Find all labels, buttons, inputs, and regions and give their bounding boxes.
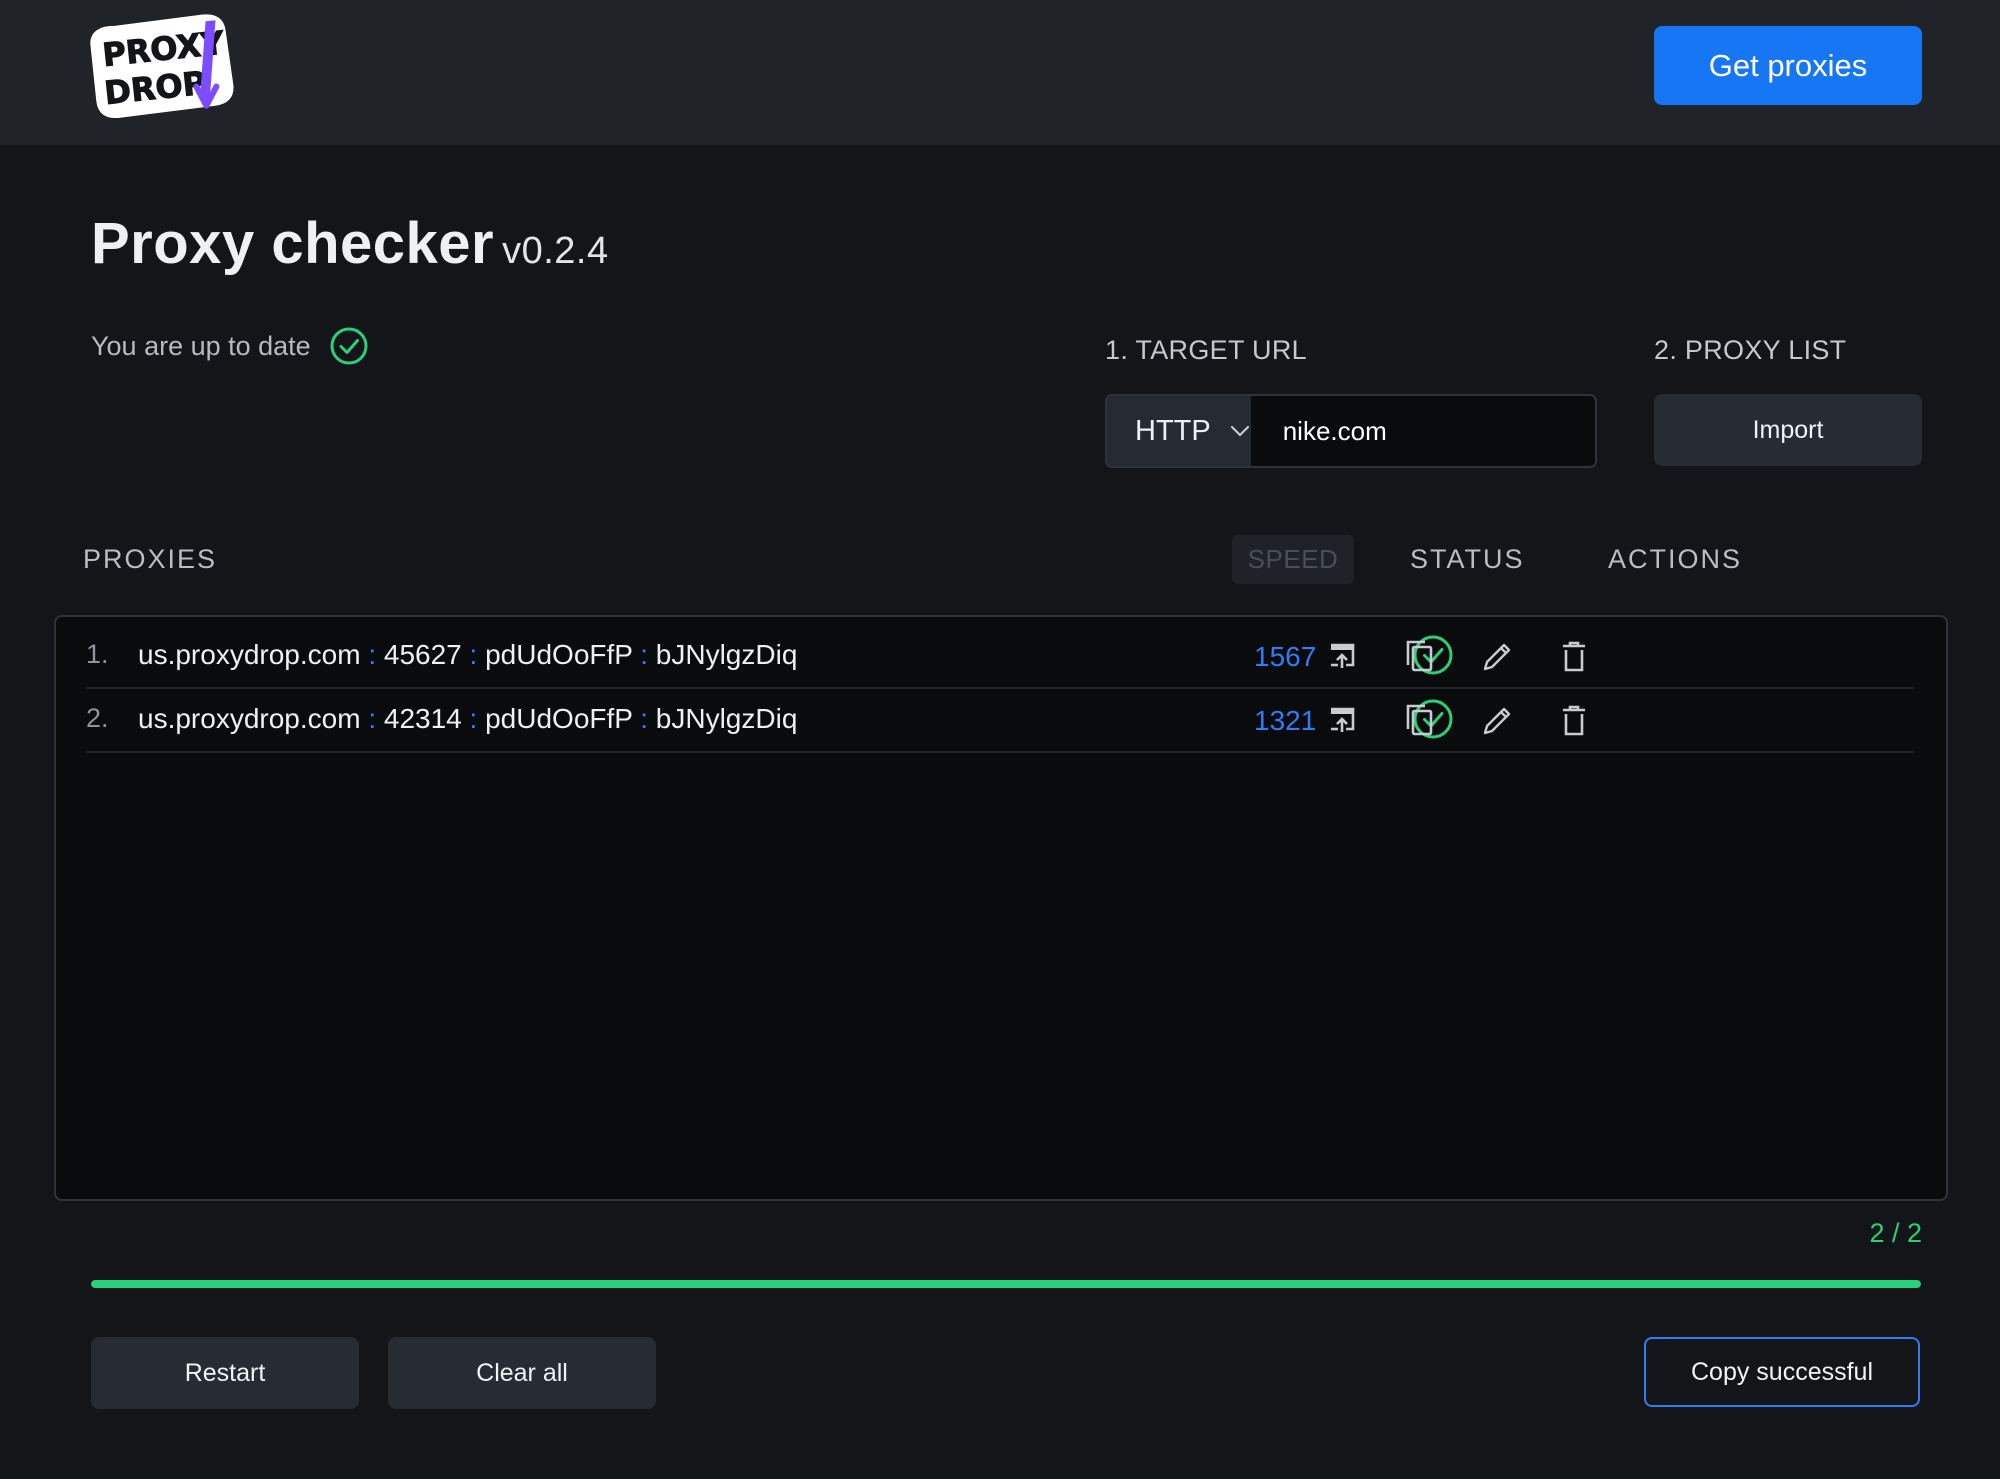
proxy-pass: bJNylgzDiq <box>655 703 798 734</box>
proxies-column-header: PROXIES <box>83 544 218 574</box>
proxy-port: 42314 <box>383 703 462 734</box>
proxy-host: us.proxydrop.com <box>138 703 361 734</box>
page-title: Proxy checker v0.2.4 <box>91 210 609 277</box>
proxy-host: us.proxydrop.com <box>138 639 361 670</box>
clear-all-button[interactable]: Clear all <box>388 1337 656 1409</box>
separator: : <box>632 639 656 670</box>
separator: : <box>632 703 656 734</box>
proxy-speed: 1567 <box>1254 641 1317 672</box>
update-status: You are up to date <box>91 326 369 366</box>
proxy-list[interactable]: 1. us.proxydrop.com : 45627 : pdUdOoFfP :… <box>54 615 1948 1201</box>
top-bar: PROXY DROP Get proxies <box>0 0 2000 145</box>
version-label: v0.2.4 <box>502 230 609 272</box>
proxy-speed: 1321 <box>1254 705 1317 736</box>
speed-sort-button[interactable]: SPEED <box>1232 535 1354 584</box>
open-icon[interactable] <box>1324 701 1360 739</box>
proxy-port: 45627 <box>383 639 462 670</box>
copy-icon[interactable] <box>1402 637 1438 675</box>
open-icon[interactable] <box>1324 637 1360 675</box>
update-status-text: You are up to date <box>91 330 311 361</box>
copy-successful-button[interactable]: Copy successful <box>1644 1337 1920 1407</box>
chevron-down-icon <box>1230 425 1249 437</box>
progress-bar-fill <box>91 1280 1921 1288</box>
progress-bar <box>91 1280 1921 1288</box>
page-title-text: Proxy checker <box>91 211 495 276</box>
status-column-header: STATUS <box>1410 544 1525 574</box>
proxy-user: pdUdOoFfP <box>485 639 633 670</box>
row-index: 1. <box>86 639 109 669</box>
actions-column-header: ACTIONS <box>1608 544 1743 574</box>
target-url-label: 1. TARGET URL <box>1105 335 1307 365</box>
row-index: 2. <box>86 703 109 733</box>
proxy-string: us.proxydrop.com : 45627 : pdUdOoFfP : b… <box>138 639 797 671</box>
separator: : <box>360 703 384 734</box>
edit-icon[interactable] <box>1479 701 1515 739</box>
proxy-row[interactable]: 1. us.proxydrop.com : 45627 : pdUdOoFfP :… <box>86 625 1914 689</box>
separator: : <box>360 639 384 670</box>
protocol-value: HTTP <box>1135 414 1211 447</box>
progress-counter: 2 / 2 <box>1869 1218 1922 1248</box>
import-button[interactable]: Import <box>1654 394 1922 466</box>
delete-icon[interactable] <box>1556 701 1592 739</box>
target-url-input[interactable] <box>1250 396 1595 466</box>
target-url-group: HTTP <box>1105 394 1597 468</box>
separator: : <box>461 639 486 670</box>
proxydrop-logo[interactable]: PROXY DROP <box>88 14 238 118</box>
proxy-string: us.proxydrop.com : 42314 : pdUdOoFfP : b… <box>138 703 797 735</box>
copy-icon[interactable] <box>1402 701 1438 739</box>
proxy-user: pdUdOoFfP <box>485 703 633 734</box>
get-proxies-button[interactable]: Get proxies <box>1654 26 1922 105</box>
protocol-select[interactable]: HTTP <box>1107 396 1251 466</box>
separator: : <box>461 703 486 734</box>
delete-icon[interactable] <box>1556 637 1592 675</box>
edit-icon[interactable] <box>1479 637 1515 675</box>
proxy-list-label: 2. PROXY LIST <box>1654 335 1847 365</box>
proxy-pass: bJNylgzDiq <box>655 639 798 670</box>
restart-button[interactable]: Restart <box>91 1337 359 1409</box>
proxy-row[interactable]: 2. us.proxydrop.com : 42314 : pdUdOoFfP :… <box>86 689 1914 753</box>
check-circle-icon <box>330 327 368 365</box>
